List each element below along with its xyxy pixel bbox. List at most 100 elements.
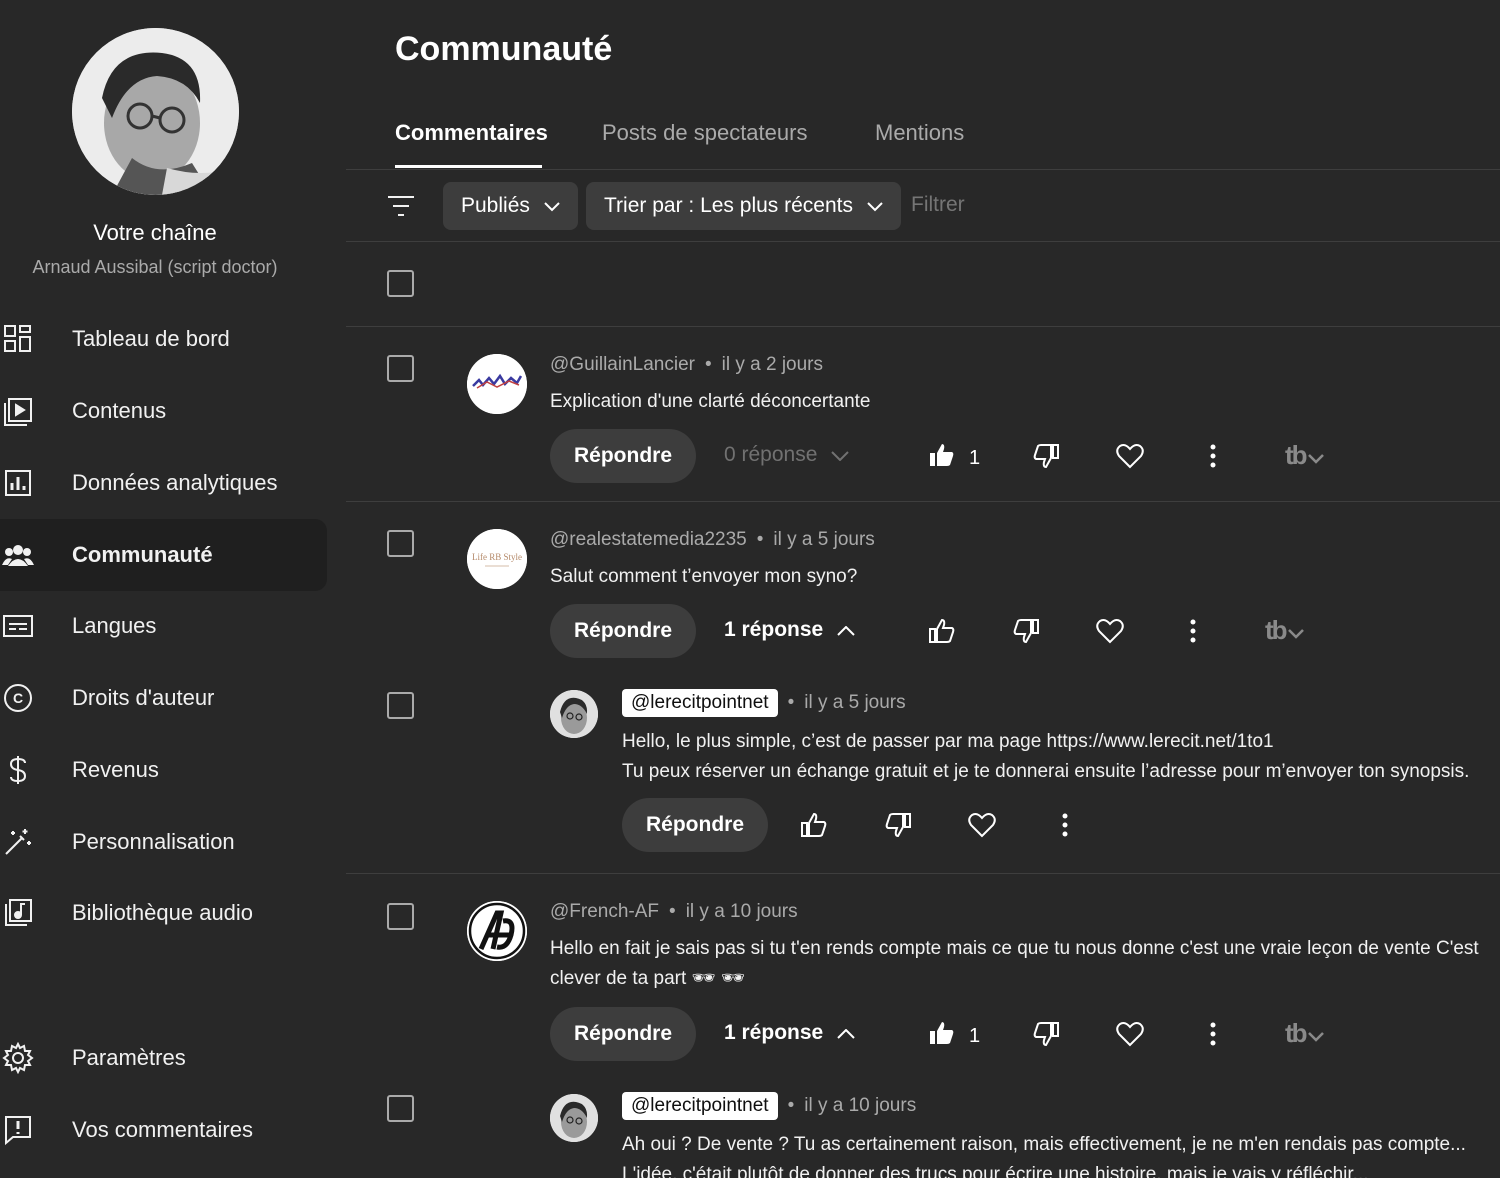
tab-bar: Commentaires Posts de spectateurs Mentio…: [346, 100, 1500, 170]
select-all-checkbox[interactable]: [387, 270, 414, 297]
tab-mentions[interactable]: Mentions: [875, 120, 964, 146]
reply-meta: @lerecitpointnet • il y a 5 jours: [622, 689, 906, 717]
comment-checkbox[interactable]: [387, 530, 414, 557]
tubebuddy-menu[interactable]: tb: [1265, 615, 1304, 646]
dislike-button[interactable]: [1013, 618, 1039, 644]
dislike-button[interactable]: [1033, 443, 1059, 469]
replies-toggle[interactable]: 1 réponse: [724, 1021, 855, 1045]
thumbs-up-icon: [801, 812, 827, 837]
heart-button[interactable]: [1116, 1021, 1144, 1047]
reply-checkbox[interactable]: [387, 692, 414, 719]
community-icon: [2, 539, 34, 571]
avatar[interactable]: [550, 1094, 598, 1142]
separator-dot: •: [704, 354, 712, 375]
dislike-button[interactable]: [885, 812, 911, 838]
channel-owner-badge[interactable]: @lerecitpointnet: [622, 1092, 778, 1120]
nav-label: Personnalisation: [72, 829, 235, 854]
heart-button[interactable]: [1116, 443, 1144, 469]
magic-wand-icon: [2, 826, 34, 858]
reply-button[interactable]: Répondre: [622, 798, 769, 852]
like-count: 1: [969, 446, 981, 469]
comment-text-line: clever de ta part 🕶 🕶: [550, 968, 746, 989]
nav-item-languages[interactable]: Langues: [0, 590, 327, 662]
reply-checkbox[interactable]: [387, 1095, 414, 1122]
reply-text-line: L'idée, c'était plutôt de donner des tru…: [622, 1164, 1369, 1178]
channel-owner-badge[interactable]: @lerecitpointnet: [622, 689, 778, 717]
svg-text:C: C: [13, 690, 23, 706]
thumbs-down-icon: [1033, 444, 1059, 469]
copyright-icon: C: [2, 682, 34, 714]
nav-item-community[interactable]: Communauté: [0, 519, 327, 591]
filter-input[interactable]: [911, 193, 1211, 217]
heart-button[interactable]: [968, 812, 996, 838]
avatar[interactable]: [550, 690, 598, 738]
avatar[interactable]: Life RB Style: [467, 529, 527, 589]
sort-chip[interactable]: Trier par : Les plus récents: [586, 182, 901, 230]
tubebuddy-menu[interactable]: tb: [1285, 440, 1324, 471]
replies-toggle[interactable]: 0 réponse: [724, 443, 850, 467]
thumbs-up-icon: [929, 442, 955, 474]
nav-item-analytics[interactable]: Données analytiques: [0, 447, 327, 519]
reply-text-line: Tu peux réserver un échange gratuit et j…: [622, 761, 1470, 782]
like-button[interactable]: 1: [929, 442, 980, 474]
more-options-button[interactable]: [1062, 813, 1068, 837]
channel-avatar[interactable]: [72, 28, 239, 195]
more-vert-icon: [1210, 444, 1216, 468]
more-options-button[interactable]: [1210, 444, 1216, 468]
reply-button[interactable]: Répondre: [550, 429, 697, 483]
nav-label: Revenus: [72, 757, 159, 782]
dislike-button[interactable]: [1033, 1021, 1059, 1047]
more-options-button[interactable]: [1190, 619, 1196, 643]
chevron-up-icon: [837, 1021, 855, 1045]
comment-time[interactable]: il y a 5 jours: [773, 529, 874, 551]
thumbs-down-icon: [885, 813, 911, 838]
heart-button[interactable]: [1096, 618, 1124, 644]
tubebuddy-menu[interactable]: tb: [1285, 1018, 1324, 1049]
comment-author[interactable]: @realestatemedia2235: [550, 529, 747, 551]
status-filter-chip[interactable]: Publiés: [443, 182, 578, 230]
nav-item-customization[interactable]: Personnalisation: [0, 806, 327, 878]
active-tab-indicator: [395, 165, 542, 168]
more-vert-icon: [1190, 619, 1196, 643]
reply-time[interactable]: il y a 10 jours: [804, 1095, 916, 1117]
comment-text-line: Hello en fait je sais pas si tu t'en ren…: [550, 938, 1479, 959]
nav-item-settings[interactable]: Paramètres: [0, 1022, 327, 1094]
like-button[interactable]: [801, 812, 827, 838]
comment-text: Explication d'une clarté déconcertante: [550, 391, 871, 412]
reply-time[interactable]: il y a 5 jours: [804, 692, 905, 714]
comment-text: Salut comment t’envoyer mon syno?: [550, 566, 858, 587]
replies-toggle[interactable]: 1 réponse: [724, 618, 855, 642]
avatar[interactable]: [467, 354, 527, 414]
more-options-button[interactable]: [1210, 1022, 1216, 1046]
avatar[interactable]: [467, 901, 527, 961]
nav-item-dashboard[interactable]: Tableau de bord: [0, 303, 327, 375]
comment-checkbox[interactable]: [387, 903, 414, 930]
more-vert-icon: [1210, 1022, 1216, 1046]
comment-meta: @realestatemedia2235 • il y a 5 jours: [550, 529, 875, 551]
reply-text-line: Ah oui ? De vente ? Tu as certainement r…: [622, 1134, 1466, 1155]
comment-time[interactable]: il y a 2 jours: [722, 354, 823, 376]
reply-button[interactable]: Répondre: [550, 604, 697, 658]
nav-label: Contenus: [72, 398, 167, 423]
nav-item-copyright[interactable]: C Droits d'auteur: [0, 662, 327, 734]
divider: [346, 873, 1500, 874]
reply-button[interactable]: Répondre: [550, 1007, 697, 1061]
filter-icon[interactable]: [386, 193, 416, 224]
comment-time[interactable]: il y a 10 jours: [686, 901, 798, 923]
tab-viewer-posts[interactable]: Posts de spectateurs: [602, 120, 807, 146]
comment-meta: @French-AF • il y a 10 jours: [550, 901, 798, 923]
like-button[interactable]: 1: [929, 1020, 980, 1052]
channel-name: Arnaud Aussibal (script doctor): [32, 257, 278, 277]
comment-author[interactable]: @French-AF: [550, 901, 659, 923]
comment-checkbox[interactable]: [387, 355, 414, 382]
nav-item-revenue[interactable]: Revenus: [0, 734, 327, 806]
page-title: Communauté: [395, 30, 613, 68]
nav-item-content[interactable]: Contenus: [0, 375, 327, 447]
dashboard-icon: [2, 323, 34, 355]
nav-label: Communauté: [72, 542, 213, 567]
comment-author[interactable]: @GuillainLancier: [550, 354, 695, 376]
tab-comments[interactable]: Commentaires: [395, 120, 548, 146]
like-button[interactable]: [929, 618, 955, 644]
nav-item-feedback[interactable]: Vos commentaires: [0, 1094, 327, 1166]
nav-item-audio-library[interactable]: Bibliothèque audio: [0, 877, 327, 949]
